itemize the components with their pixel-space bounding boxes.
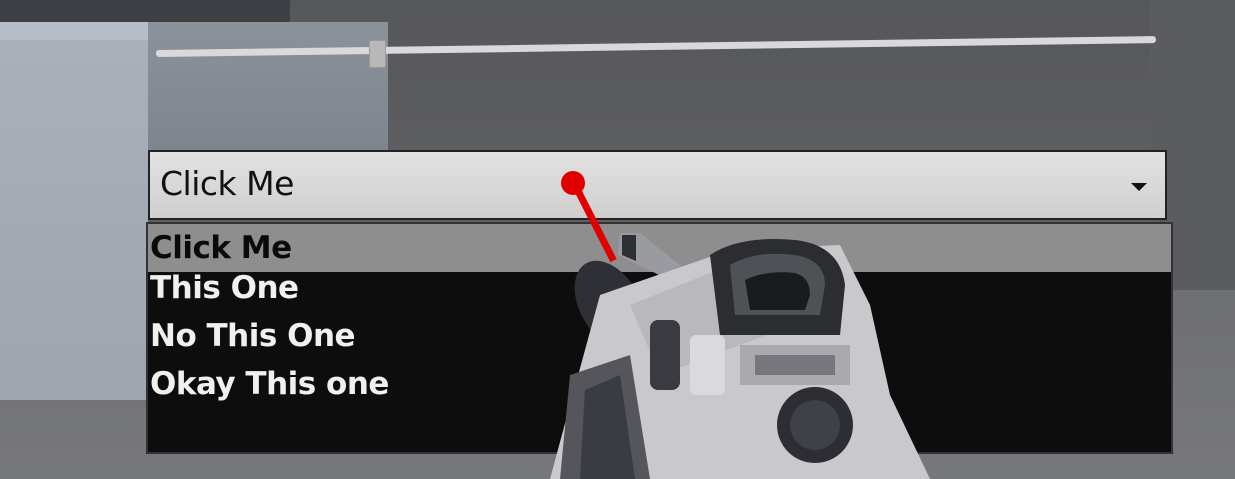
laser-pointer-icon (561, 171, 585, 195)
block-top-face (0, 22, 148, 40)
combobox-selected-label: Click Me (160, 164, 294, 203)
vr-blaster-icon (550, 233, 930, 479)
slider-thumb[interactable] (369, 40, 386, 68)
chevron-down-icon[interactable] (1131, 183, 1147, 191)
block-side-face (148, 22, 388, 157)
combobox[interactable]: Click Me (148, 150, 1167, 220)
block-front-face (0, 40, 148, 400)
